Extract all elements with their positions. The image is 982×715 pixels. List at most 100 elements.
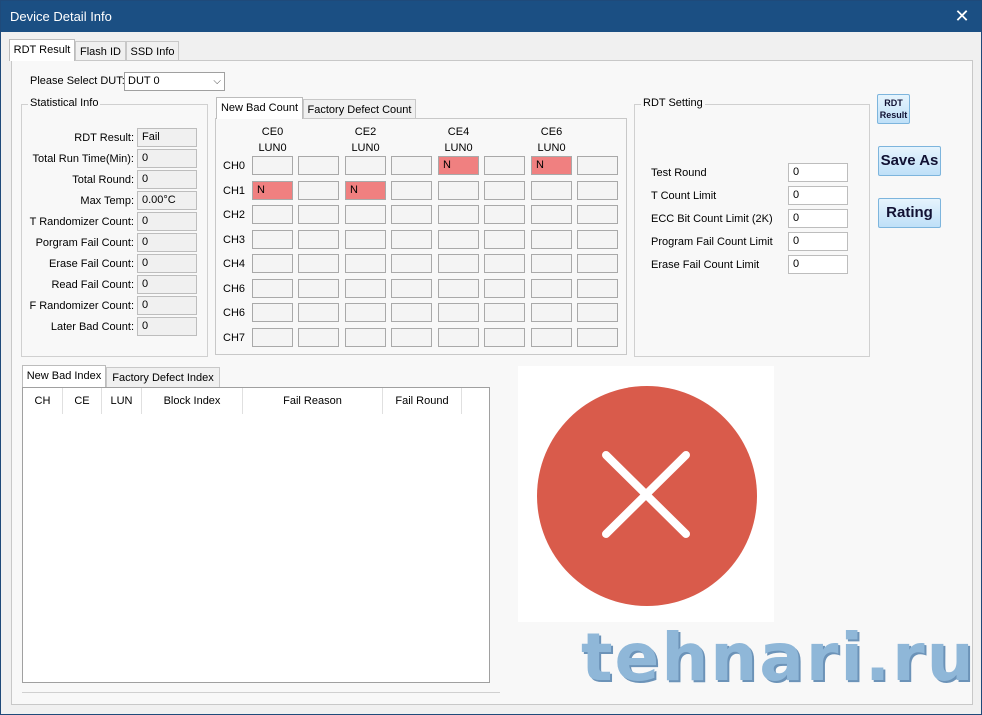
setting-input[interactable]: 0 (788, 163, 848, 182)
stat-value: 0 (137, 317, 197, 336)
title-bar: Device Detail Info ✕ (1, 1, 981, 32)
grid-cell (252, 205, 293, 224)
watermark: tehnari.ru (581, 619, 976, 696)
grid-cell (345, 205, 386, 224)
column-header[interactable]: LUN (102, 388, 142, 414)
column-header[interactable]: Block Index (142, 388, 243, 414)
fail-x-icon (537, 386, 757, 606)
setting-input[interactable]: 0 (788, 232, 848, 251)
grid-cell (252, 254, 293, 273)
device-detail-window: Device Detail Info ✕ RDT Result Flash ID… (0, 0, 982, 715)
setting-input[interactable]: 0 (788, 186, 848, 205)
tab-factory-defect-index[interactable]: Factory Defect Index (106, 367, 220, 387)
rating-button[interactable]: Rating (878, 198, 941, 228)
grid-cell (345, 229, 386, 249)
stat-label: Read Fail Count: (51, 279, 134, 291)
grid-cell (438, 229, 479, 249)
tab-new-bad-count[interactable]: New Bad Count (216, 97, 303, 119)
grid-cell (391, 156, 432, 175)
grid-cell (531, 205, 572, 224)
stat-label: F Randomizer Count: (29, 300, 134, 312)
rdt-setting-title: RDT Setting (641, 97, 705, 109)
grid-cell (252, 303, 293, 322)
stat-label: T Randomizer Count: (29, 216, 134, 228)
tab-label: RDT Result (13, 44, 71, 56)
lun-header: LUN0 (444, 142, 473, 154)
stat-label: Max Temp: (80, 195, 134, 207)
grid-cell (252, 278, 293, 298)
divider (22, 692, 500, 693)
ce-header: CE2 (354, 126, 377, 138)
rdt-setting-group: RDT Setting (634, 97, 870, 357)
grid-cell (577, 278, 618, 298)
stat-label: Total Run Time(Min): (32, 153, 134, 165)
grid-cell (438, 303, 479, 322)
grid-cell (484, 229, 525, 249)
grid-cell (484, 156, 525, 175)
grid-cell (531, 278, 572, 298)
index-table[interactable]: CH CE LUN Block Index Fail Reason Fail Round (22, 387, 490, 683)
setting-label: Erase Fail Count Limit (651, 259, 760, 271)
grid-cell (391, 278, 432, 298)
ce-header: CE6 (540, 126, 563, 138)
grid-cell (298, 229, 339, 249)
column-header[interactable]: CH (23, 388, 63, 414)
setting-label: Program Fail Count Limit (651, 236, 773, 248)
grid-cell (298, 278, 339, 298)
close-icon[interactable]: ✕ (949, 3, 975, 29)
stat-value: 0 (137, 170, 197, 189)
grid-cell (484, 303, 525, 322)
channel-label: CH1 (223, 184, 246, 197)
lun-header: LUN0 (258, 142, 287, 154)
statistical-info-title: Statistical Info (28, 97, 101, 109)
grid-cell (345, 303, 386, 322)
lun-header: LUN0 (537, 142, 566, 154)
dut-select[interactable]: DUT 0 ⌵ (124, 72, 225, 91)
tab-new-bad-index[interactable]: New Bad Index (22, 365, 106, 387)
chevron-down-icon: ⌵ (213, 76, 221, 87)
channel-label: CH7 (223, 331, 246, 344)
grid-cell (438, 205, 479, 224)
tab-ssd-info[interactable]: SSD Info (126, 41, 179, 61)
rdt-result-button[interactable]: RDT Result (877, 94, 910, 124)
tab-label: Factory Defect Count (307, 104, 412, 116)
setting-input[interactable]: 0 (788, 255, 848, 274)
grid-cell (577, 254, 618, 273)
grid-cell (577, 327, 618, 347)
tab-factory-defect-count[interactable]: Factory Defect Count (303, 99, 416, 119)
column-header[interactable]: CE (63, 388, 102, 414)
grid-cell: N (252, 180, 293, 200)
stat-value: 0 (137, 149, 197, 168)
setting-input[interactable]: 0 (788, 209, 848, 228)
stat-label: Porgram Fail Count: (35, 237, 134, 249)
grid-cell (298, 180, 339, 200)
grid-cell (531, 180, 572, 200)
grid-cell (577, 303, 618, 322)
channel-label: CH6 (223, 307, 246, 319)
rdt-result-button-line1: RDT (884, 98, 903, 108)
grid-cell (484, 327, 525, 347)
tab-label: Factory Defect Index (112, 372, 214, 384)
tab-flash-id[interactable]: Flash ID (75, 41, 126, 61)
tab-label: SSD Info (130, 46, 175, 58)
grid-cell (391, 303, 432, 322)
column-header[interactable]: Fail Reason (243, 388, 383, 414)
column-header[interactable]: Fail Round (383, 388, 462, 414)
grid-cell (298, 156, 339, 175)
grid-cell (391, 180, 432, 200)
grid-cell (531, 303, 572, 322)
grid-cell (438, 327, 479, 347)
grid-cell (438, 278, 479, 298)
grid-cell (531, 229, 572, 249)
tab-rdt-result[interactable]: RDT Result (9, 39, 75, 61)
grid-cell (438, 254, 479, 273)
grid-cell (577, 229, 618, 249)
stat-label: Later Bad Count: (50, 321, 134, 333)
save-as-button[interactable]: Save As (878, 146, 941, 176)
grid-cell (391, 327, 432, 347)
grid-cell (345, 278, 386, 298)
stat-label: Total Round: (72, 174, 134, 186)
tab-label: New Bad Index (26, 370, 102, 382)
grid-cell (484, 254, 525, 273)
grid-cell (531, 254, 572, 273)
